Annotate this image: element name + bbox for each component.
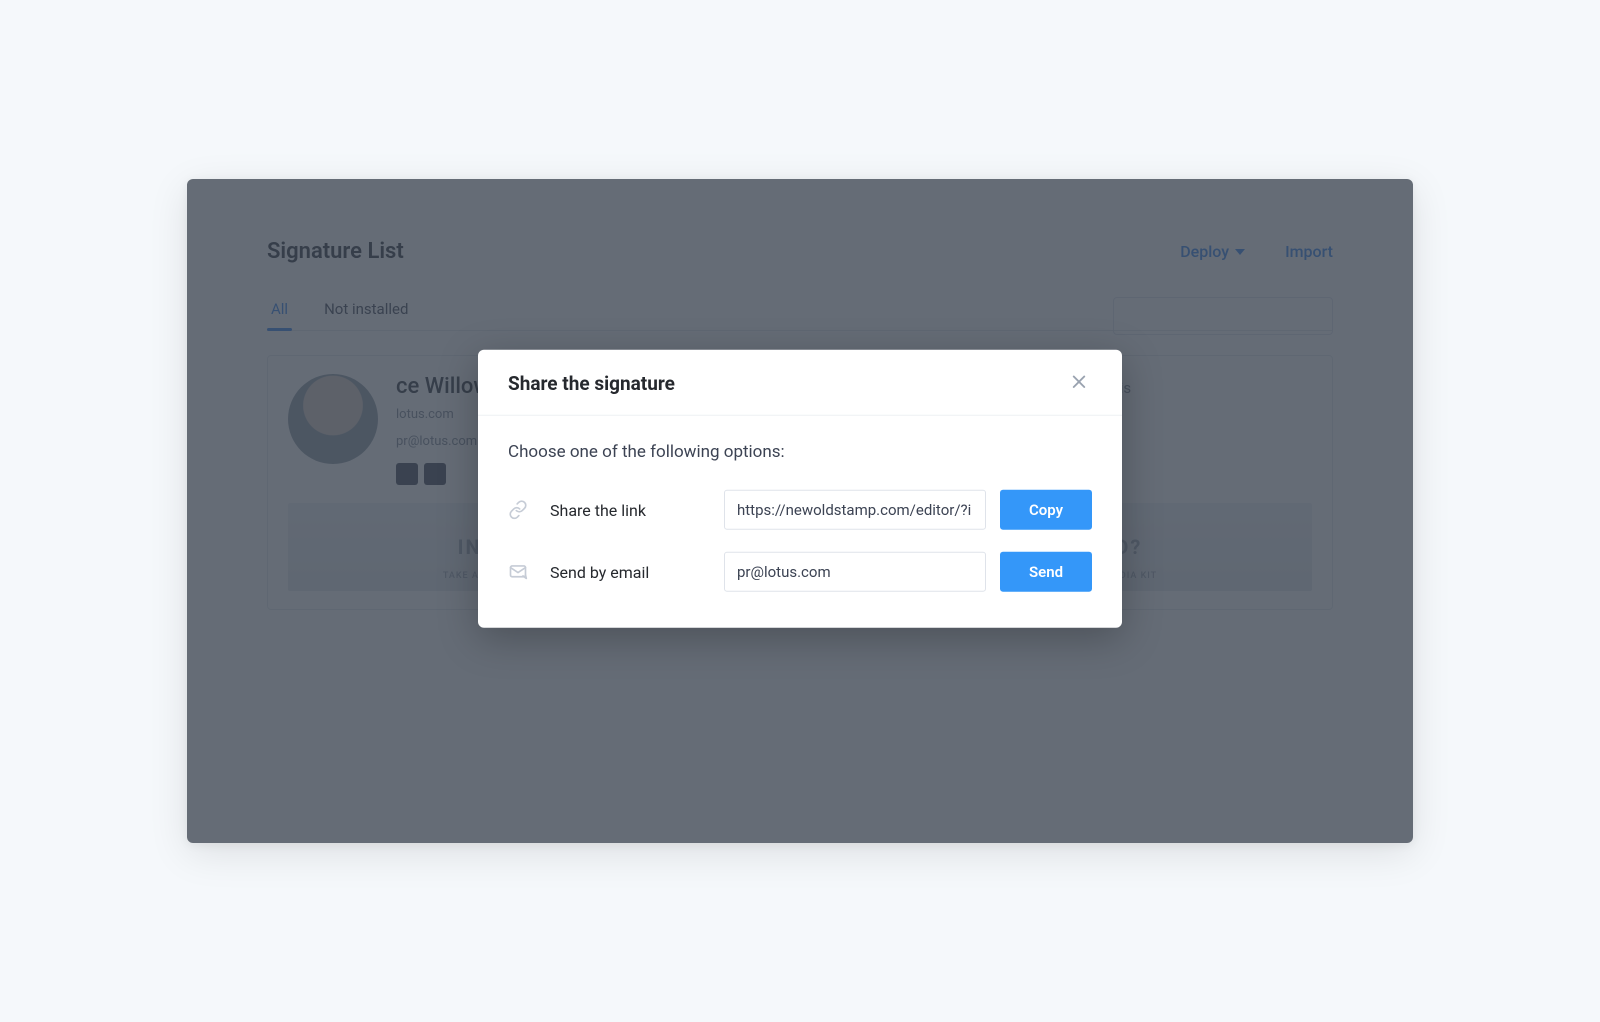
share-link-input[interactable] — [724, 490, 986, 530]
share-link-label: Share the link — [550, 500, 710, 519]
close-button[interactable] — [1070, 372, 1092, 394]
modal-body: Choose one of the following options: Sha… — [478, 416, 1122, 628]
email-input[interactable] — [724, 552, 986, 592]
app-frame: Signature List Deploy Import All Not ins… — [187, 179, 1413, 843]
mail-send-icon — [508, 562, 536, 582]
close-icon — [1070, 372, 1088, 390]
modal-title: Share the signature — [508, 372, 675, 395]
modal-header: Share the signature — [478, 350, 1122, 416]
send-email-label: Send by email — [550, 562, 710, 581]
share-link-row: Share the link Copy — [508, 490, 1092, 530]
link-icon — [508, 500, 536, 520]
send-email-row: Send by email Send — [508, 552, 1092, 592]
send-button[interactable]: Send — [1000, 552, 1092, 592]
share-modal: Share the signature Choose one of the fo… — [478, 350, 1122, 628]
copy-button[interactable]: Copy — [1000, 490, 1092, 530]
modal-prompt: Choose one of the following options: — [508, 442, 1092, 462]
